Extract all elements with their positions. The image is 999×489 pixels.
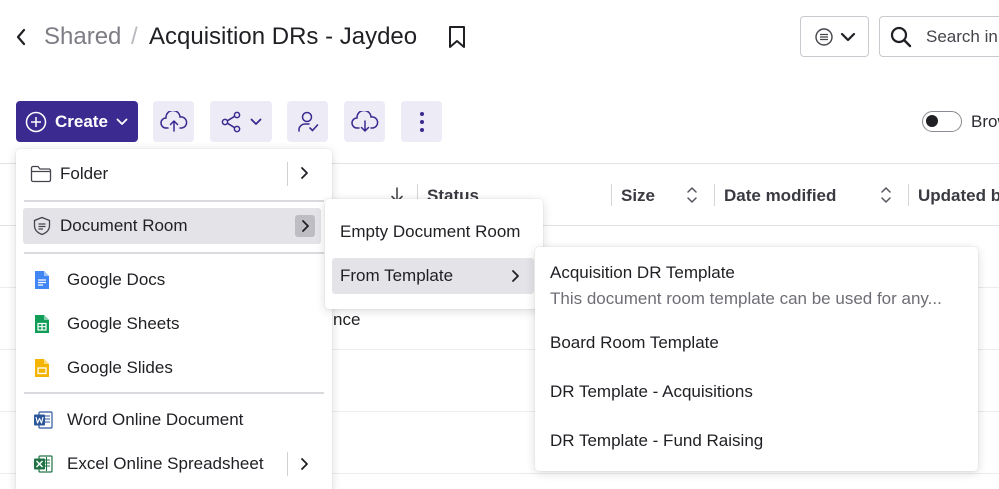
submenu-separator bbox=[287, 452, 288, 476]
menu-divider bbox=[24, 252, 324, 254]
menu-item-dr-template-fund-raising[interactable]: DR Template - Fund Raising bbox=[535, 427, 978, 455]
menu-item-acquisition-dr-template[interactable]: Acquisition DR Template This document ro… bbox=[535, 257, 978, 315]
cloud-download-icon bbox=[350, 110, 378, 132]
column-divider bbox=[611, 184, 612, 206]
excel-icon bbox=[34, 455, 53, 473]
breadcrumb-separator: / bbox=[131, 23, 138, 50]
chevron-right-icon bbox=[300, 166, 309, 185]
request-signature-button[interactable] bbox=[287, 101, 328, 142]
column-header-updated-by[interactable]: Updated b bbox=[918, 186, 999, 206]
toggle-knob bbox=[926, 115, 938, 127]
chevron-left-icon bbox=[16, 28, 26, 46]
menu-item-label: Document Room bbox=[60, 216, 188, 235]
menu-item-document-room[interactable]: Document Room bbox=[23, 208, 321, 244]
chevron-right-icon bbox=[511, 269, 520, 288]
menu-item-label: Google Slides bbox=[67, 358, 173, 377]
chevron-down-icon bbox=[840, 32, 855, 41]
sort-icon[interactable] bbox=[686, 185, 698, 210]
cloud-upload-icon bbox=[159, 110, 187, 132]
folder-icon bbox=[30, 165, 52, 183]
search-placeholder: Search in bbox=[926, 26, 998, 46]
menu-item-label: Google Sheets bbox=[67, 314, 180, 333]
menu-item-google-slides[interactable]: Google Slides bbox=[34, 356, 304, 380]
list-view-icon bbox=[814, 27, 833, 46]
sort-icon[interactable] bbox=[880, 185, 892, 210]
menu-item-from-template[interactable]: From Template bbox=[332, 258, 534, 294]
menu-item-label: Excel Online Spreadsheet bbox=[67, 454, 264, 473]
bookmark-button[interactable] bbox=[446, 24, 468, 50]
user-check-icon bbox=[297, 111, 318, 132]
submenu-arrow-button[interactable] bbox=[295, 215, 315, 237]
chevron-down-icon bbox=[116, 118, 128, 125]
share-button[interactable] bbox=[210, 101, 272, 142]
breadcrumb-shared[interactable]: Shared bbox=[44, 22, 121, 52]
search-icon bbox=[890, 26, 912, 47]
create-button-label: Create bbox=[55, 111, 108, 131]
table-cell-name[interactable]: nce bbox=[333, 310, 360, 330]
menu-item-empty-document-room[interactable]: Empty Document Room bbox=[340, 220, 520, 244]
submenu-separator bbox=[287, 162, 288, 186]
more-options-button[interactable] bbox=[401, 101, 442, 142]
menu-item-label: From Template bbox=[340, 266, 454, 285]
view-options-dropdown[interactable] bbox=[800, 16, 869, 57]
column-header-date-modified[interactable]: Date modified bbox=[724, 186, 836, 206]
column-divider bbox=[714, 184, 715, 206]
chevron-right-icon bbox=[300, 457, 309, 476]
template-description: This document room template can be used … bbox=[550, 289, 942, 308]
page-title: Acquisition DRs - Jaydeo bbox=[149, 23, 418, 50]
column-divider bbox=[908, 184, 909, 206]
chevron-down-icon bbox=[250, 118, 262, 125]
share-icon bbox=[221, 111, 241, 132]
google-slides-icon bbox=[35, 359, 49, 377]
download-button[interactable] bbox=[344, 101, 385, 142]
chevron-right-icon bbox=[301, 220, 309, 232]
menu-item-folder[interactable]: Folder bbox=[30, 162, 320, 186]
column-header-size[interactable]: Size bbox=[621, 186, 655, 206]
create-menu: Folder Document Room Google Docs Google … bbox=[16, 149, 332, 489]
template-title: Board Room Template bbox=[550, 333, 719, 352]
menu-item-google-docs[interactable]: Google Docs bbox=[34, 268, 304, 292]
template-title: DR Template - Fund Raising bbox=[550, 431, 764, 450]
browse-toggle-label: Brow bbox=[971, 112, 999, 131]
search-input[interactable]: Search in bbox=[879, 16, 999, 57]
upload-button[interactable] bbox=[153, 101, 194, 142]
google-docs-icon bbox=[35, 271, 49, 289]
word-icon bbox=[34, 411, 53, 429]
menu-item-excel-online[interactable]: Excel Online Spreadsheet bbox=[33, 452, 303, 476]
document-room-icon bbox=[33, 216, 51, 236]
menu-item-label: Folder bbox=[60, 164, 109, 183]
menu-item-board-room-template[interactable]: Board Room Template bbox=[535, 329, 978, 357]
menu-item-dr-template-acquisitions[interactable]: DR Template - Acquisitions bbox=[535, 378, 978, 406]
google-sheets-icon bbox=[35, 315, 49, 333]
menu-item-google-sheets[interactable]: Google Sheets bbox=[34, 312, 304, 336]
menu-item-label: Word Online Document bbox=[67, 410, 244, 429]
menu-divider bbox=[24, 392, 324, 394]
document-room-submenu: Empty Document Room From Template bbox=[325, 199, 543, 309]
back-button[interactable] bbox=[10, 24, 32, 50]
menu-divider bbox=[24, 200, 324, 202]
menu-item-label: Google Docs bbox=[67, 270, 166, 289]
menu-item-word-online[interactable]: Word Online Document bbox=[33, 408, 303, 432]
bookmark-icon bbox=[449, 26, 465, 48]
template-title: DR Template - Acquisitions bbox=[550, 382, 753, 401]
template-title: Acquisition DR Template bbox=[550, 263, 735, 282]
more-vertical-icon bbox=[419, 111, 424, 132]
menu-item-label: Empty Document Room bbox=[340, 222, 521, 241]
browse-toggle[interactable] bbox=[922, 111, 962, 132]
template-submenu: Acquisition DR Template This document ro… bbox=[535, 247, 978, 471]
plus-circle-icon bbox=[25, 111, 47, 132]
create-button[interactable]: Create bbox=[16, 101, 138, 142]
